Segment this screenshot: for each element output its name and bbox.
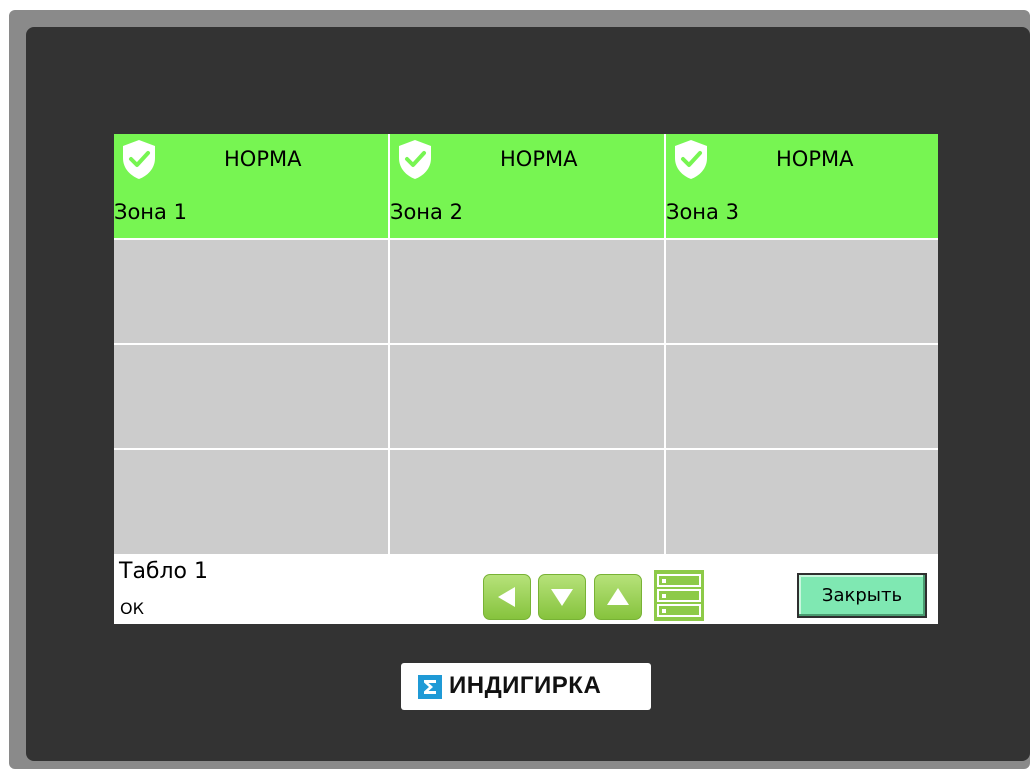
list-icon bbox=[657, 574, 701, 617]
brand-logo: ИНДИГИРКА bbox=[401, 663, 651, 710]
empty-cell bbox=[114, 345, 388, 448]
nav-down-button[interactable] bbox=[538, 574, 586, 620]
nav-up-button[interactable] bbox=[594, 574, 642, 620]
empty-cell bbox=[390, 450, 664, 554]
shield-check-icon bbox=[123, 140, 155, 179]
zone-cell-3[interactable]: НОРМА Зона 3 bbox=[666, 134, 938, 238]
zone-status: НОРМА bbox=[224, 147, 302, 171]
empty-cell bbox=[114, 450, 388, 554]
empty-cell bbox=[390, 240, 664, 343]
zone-cell-1[interactable]: НОРМА Зона 1 bbox=[114, 134, 388, 238]
nav-left-button[interactable] bbox=[483, 574, 531, 620]
panel-status: ОК bbox=[120, 599, 144, 618]
zone-name: Зона 1 bbox=[114, 200, 187, 224]
empty-cell bbox=[666, 240, 938, 343]
zone-status: НОРМА bbox=[500, 147, 578, 171]
empty-cell bbox=[666, 345, 938, 448]
logo-text: ИНДИГИРКА bbox=[449, 672, 602, 699]
empty-cell bbox=[114, 240, 388, 343]
arrow-left-icon bbox=[498, 587, 515, 607]
empty-cell bbox=[390, 345, 664, 448]
zone-cell-2[interactable]: НОРМА Зона 2 bbox=[390, 134, 664, 238]
list-button[interactable] bbox=[654, 570, 704, 621]
footer-bar: Табло 1 ОК Закрыть bbox=[114, 554, 938, 624]
zone-grid: НОРМА Зона 1 НОРМА Зона 2 НОРМА Зона 3 bbox=[114, 134, 938, 554]
hmi-screen: НОРМА Зона 1 НОРМА Зона 2 НОРМА Зона 3 Т… bbox=[114, 134, 938, 624]
zone-status: НОРМА bbox=[776, 147, 854, 171]
arrow-up-icon bbox=[607, 588, 629, 605]
panel-title: Табло 1 bbox=[119, 559, 208, 584]
arrow-down-icon bbox=[551, 589, 573, 606]
sigma-logo-icon bbox=[418, 675, 442, 699]
zone-name: Зона 3 bbox=[666, 200, 739, 224]
zone-name: Зона 2 bbox=[390, 200, 463, 224]
close-button[interactable]: Закрыть bbox=[797, 573, 927, 618]
shield-check-icon bbox=[675, 140, 707, 179]
shield-check-icon bbox=[399, 140, 431, 179]
empty-cell bbox=[666, 450, 938, 554]
